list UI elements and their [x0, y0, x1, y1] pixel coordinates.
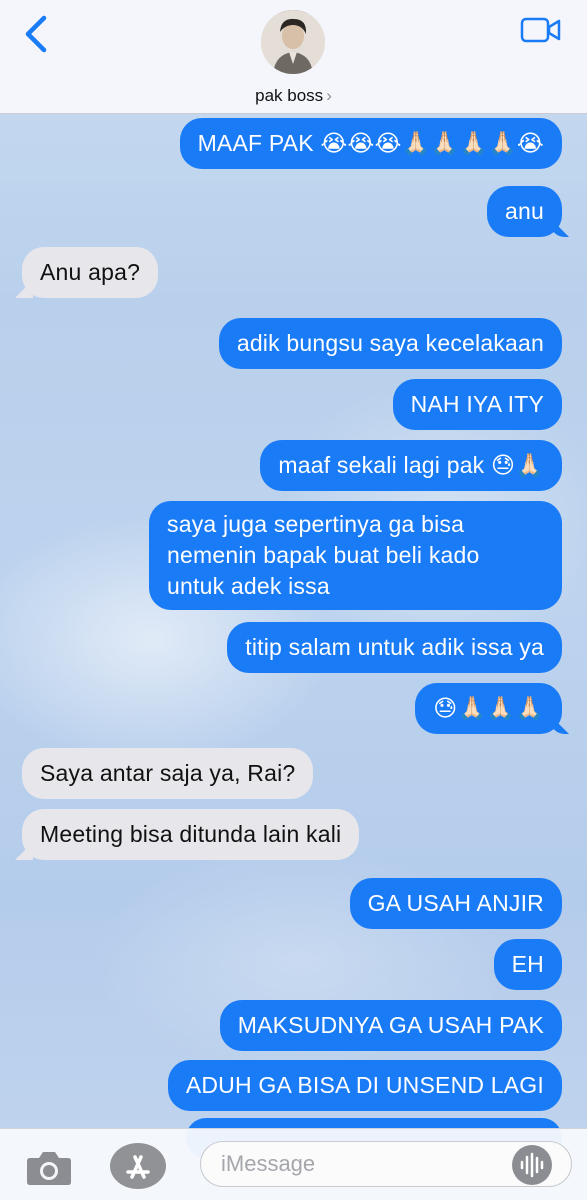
composer-bar [0, 1128, 587, 1200]
sent-message-9[interactable]: GA USAH ANJIR [349, 878, 562, 929]
sent-message-2[interactable]: anu [487, 186, 562, 237]
video-camera-icon [520, 17, 561, 43]
audio-waveform-icon [520, 1152, 544, 1178]
message-thread: MAAF PAK 😭😭😭🙏🏻🙏🏻🙏🏻🙏🏻😭 anu Anu apa? adik … [0, 0, 587, 1200]
sent-message-7[interactable]: titip salam untuk adik issa ya [227, 622, 562, 673]
back-button[interactable] [22, 14, 52, 54]
camera-button[interactable] [24, 1149, 74, 1187]
chevron-left-icon [25, 15, 47, 53]
sent-message-4[interactable]: NAH IYA ITY [392, 379, 562, 430]
chevron-right-icon: › [326, 86, 332, 105]
sent-message-11[interactable]: MAKSUDNYA GA USAH PAK [219, 1000, 562, 1051]
message-line: saya juga sepertinya ga bisa [167, 511, 465, 537]
sent-message-5[interactable]: maaf sekali lagi pak 😓🙏🏻 [260, 440, 562, 491]
voice-message-button[interactable] [512, 1145, 552, 1185]
sent-message-10[interactable]: EH [493, 939, 562, 990]
received-message-3[interactable]: Meeting bisa ditunda lain kali [22, 809, 360, 860]
conversation-header: pak boss › [0, 0, 587, 114]
sent-message-1[interactable]: MAAF PAK 😭😭😭🙏🏻🙏🏻🙏🏻🙏🏻😭 [179, 118, 562, 169]
received-message-2[interactable]: Saya antar saja ya, Rai? [22, 748, 314, 799]
sent-message-6[interactable]: saya juga sepertinya ga bisa nemenin bap… [149, 501, 562, 610]
sent-message-8[interactable]: 😓🙏🏻🙏🏻🙏🏻 [415, 683, 562, 734]
app-store-icon [126, 1155, 150, 1179]
facetime-video-button[interactable] [520, 17, 562, 43]
app-store-button[interactable] [110, 1143, 166, 1189]
message-line: untuk adek issa [167, 573, 330, 599]
sent-message-12[interactable]: ADUH GA BISA DI UNSEND LAGI [167, 1060, 562, 1111]
message-line: nemenin bapak buat beli kado [167, 542, 480, 568]
camera-icon [27, 1152, 71, 1185]
contact-name: pak boss [255, 86, 324, 105]
sent-message-3[interactable]: adik bungsu saya kecelakaan [218, 318, 562, 369]
avatar-photo [261, 10, 325, 74]
received-message-1[interactable]: Anu apa? [22, 247, 159, 298]
contact-name-button[interactable]: pak boss › [0, 86, 587, 106]
contact-avatar[interactable] [261, 10, 325, 74]
